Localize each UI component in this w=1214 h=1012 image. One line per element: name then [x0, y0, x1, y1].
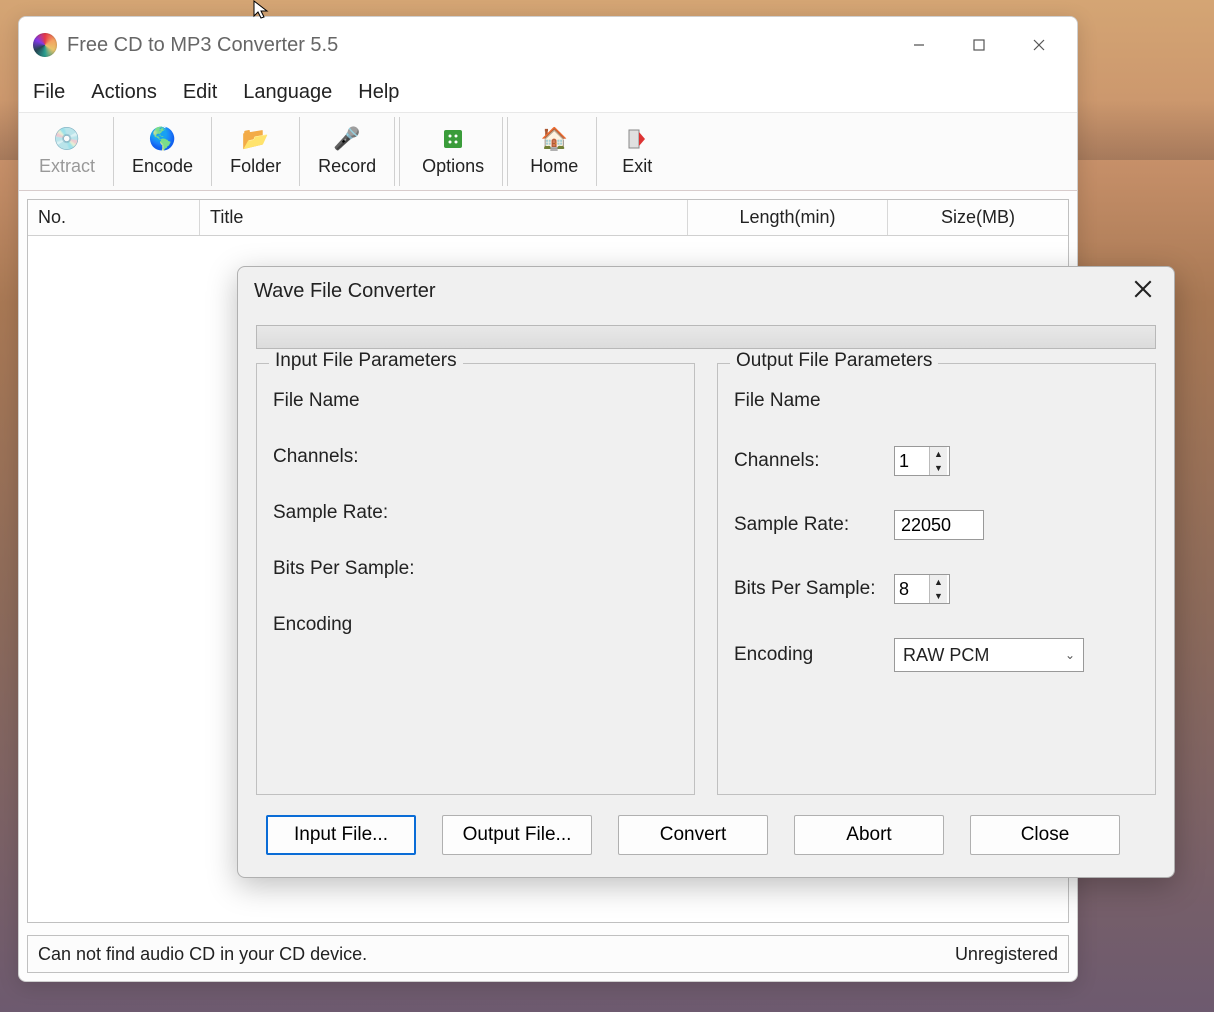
- menu-edit[interactable]: Edit: [183, 81, 217, 104]
- app-icon: [33, 33, 57, 57]
- chevron-down-icon: ⌄: [1065, 648, 1075, 662]
- home-icon: 🏠: [541, 126, 567, 152]
- dialog-title: Wave File Converter: [254, 280, 436, 303]
- window-title: Free CD to MP3 Converter 5.5: [67, 34, 889, 57]
- close-button[interactable]: [1009, 25, 1069, 65]
- exit-icon: [624, 126, 650, 152]
- output-filename-label: File Name: [734, 390, 894, 412]
- column-no[interactable]: No.: [28, 200, 200, 235]
- menubar: File Actions Edit Language Help: [19, 73, 1077, 113]
- output-samplerate-label: Sample Rate:: [734, 514, 894, 536]
- bits-spinner[interactable]: ▲▼: [894, 574, 950, 604]
- output-bits-label: Bits Per Sample:: [734, 578, 894, 600]
- toolbar-folder[interactable]: 📂 Folder: [212, 117, 300, 186]
- toolbar-exit-label: Exit: [622, 156, 652, 177]
- column-title[interactable]: Title: [200, 200, 688, 235]
- toolbar-options[interactable]: Options: [404, 117, 503, 186]
- samplerate-input[interactable]: [894, 510, 984, 540]
- globe-icon: 🌎: [150, 126, 176, 152]
- toolbar-encode[interactable]: 🌎 Encode: [114, 117, 212, 186]
- column-size[interactable]: Size(MB): [888, 200, 1068, 235]
- input-legend: Input File Parameters: [269, 350, 463, 372]
- statusbar: Can not find audio CD in your CD device.…: [27, 935, 1069, 973]
- input-bits-label: Bits Per Sample:: [273, 558, 433, 580]
- close-button-dialog[interactable]: Close: [970, 815, 1120, 855]
- folder-icon: 📂: [243, 126, 269, 152]
- toolbar-record[interactable]: 🎤 Record: [300, 117, 395, 186]
- encoding-value: RAW PCM: [903, 645, 989, 666]
- abort-button[interactable]: Abort: [794, 815, 944, 855]
- spinner-up-icon[interactable]: ▲: [930, 447, 947, 461]
- output-encoding-label: Encoding: [734, 644, 894, 666]
- registration-status: Unregistered: [955, 944, 1058, 965]
- output-file-button[interactable]: Output File...: [442, 815, 592, 855]
- column-length[interactable]: Length(min): [688, 200, 888, 235]
- convert-button[interactable]: Convert: [618, 815, 768, 855]
- toolbar: 💿 Extract 🌎 Encode 📂 Folder 🎤 Record Opt…: [19, 113, 1077, 191]
- input-filename-label: File Name: [273, 390, 433, 412]
- toolbar-home[interactable]: 🏠 Home: [512, 117, 597, 186]
- input-parameters-group: Input File Parameters File Name Channels…: [256, 363, 695, 795]
- menu-help[interactable]: Help: [358, 81, 399, 104]
- input-channels-label: Channels:: [273, 446, 433, 468]
- input-encoding-label: Encoding: [273, 614, 433, 636]
- toolbar-exit[interactable]: Exit: [597, 117, 677, 186]
- channels-input[interactable]: [895, 447, 929, 475]
- channels-spinner[interactable]: ▲▼: [894, 446, 950, 476]
- dialog-close-button[interactable]: [1128, 278, 1158, 304]
- minimize-button[interactable]: [889, 25, 949, 65]
- titlebar: Free CD to MP3 Converter 5.5: [19, 17, 1077, 73]
- disc-icon: 💿: [54, 126, 80, 152]
- wave-converter-dialog: Wave File Converter Input File Parameter…: [237, 266, 1175, 878]
- input-file-button[interactable]: Input File...: [266, 815, 416, 855]
- dialog-titlebar: Wave File Converter: [238, 267, 1174, 315]
- cursor-icon: [252, 0, 270, 25]
- toolbar-record-label: Record: [318, 156, 376, 177]
- maximize-button[interactable]: [949, 25, 1009, 65]
- toolbar-home-label: Home: [530, 156, 578, 177]
- spinner-up-icon[interactable]: ▲: [930, 575, 947, 589]
- output-legend: Output File Parameters: [730, 350, 938, 372]
- spinner-down-icon[interactable]: ▼: [930, 589, 947, 603]
- toolbar-extract[interactable]: 💿 Extract: [21, 117, 114, 186]
- toolbar-options-label: Options: [422, 156, 484, 177]
- toolbar-folder-label: Folder: [230, 156, 281, 177]
- toolbar-encode-label: Encode: [132, 156, 193, 177]
- input-samplerate-label: Sample Rate:: [273, 502, 433, 524]
- table-header: No. Title Length(min) Size(MB): [28, 200, 1068, 236]
- status-message: Can not find audio CD in your CD device.: [38, 944, 367, 965]
- microphone-icon: 🎤: [334, 126, 360, 152]
- bits-input[interactable]: [895, 575, 929, 603]
- spinner-down-icon[interactable]: ▼: [930, 461, 947, 475]
- progress-bar: [256, 325, 1156, 349]
- options-icon: [440, 126, 466, 152]
- menu-actions[interactable]: Actions: [91, 81, 157, 104]
- menu-language[interactable]: Language: [243, 81, 332, 104]
- output-channels-label: Channels:: [734, 450, 894, 472]
- menu-file[interactable]: File: [33, 81, 65, 104]
- toolbar-extract-label: Extract: [39, 156, 95, 177]
- output-parameters-group: Output File Parameters File Name Channel…: [717, 363, 1156, 795]
- encoding-select[interactable]: RAW PCM ⌄: [894, 638, 1084, 672]
